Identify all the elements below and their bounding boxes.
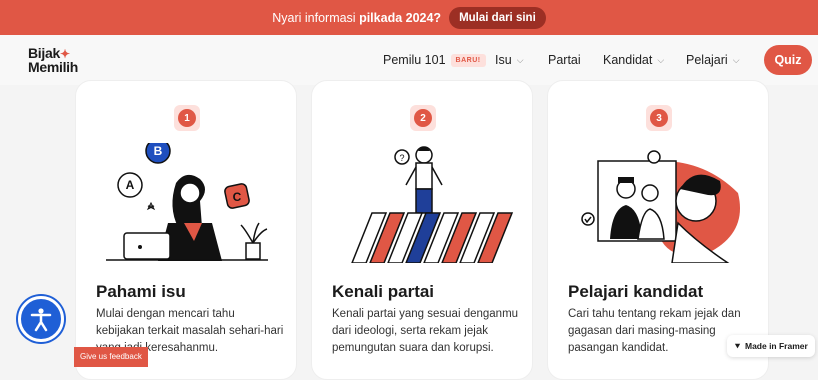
nav-item-kandidat[interactable]: Kandidat ⌵ xyxy=(603,53,664,67)
chevron-down-icon: ⌵ xyxy=(516,54,524,65)
announcement-banner: Nyari informasi pilkada 2024? Mulai dari… xyxy=(0,0,818,35)
card-description: Kenali partai yang sesuai denganmu dari … xyxy=(332,308,519,354)
party-illustration: ? xyxy=(351,146,514,263)
nav-item-pemilu-101[interactable]: Pemilu 101 BARU! xyxy=(383,53,486,67)
new-badge: BARU! xyxy=(450,53,486,67)
made-in-framer-badge[interactable]: ⯆ Made in Framer xyxy=(727,335,815,357)
card-title: Pelajari kandidat xyxy=(568,282,704,301)
banner-text: Nyari informasi pilkada 2024? xyxy=(272,10,442,25)
issue-illustration: B A C xyxy=(106,143,268,261)
navbar: Bijak✦ Memilih Pemilu 101 BARU! Isu ⌵ Part… xyxy=(0,35,818,85)
step-number: 2 xyxy=(410,105,436,131)
svg-text:C: C xyxy=(233,190,242,204)
card-title: Kenali partai xyxy=(332,282,435,301)
chevron-down-icon: ⌵ xyxy=(657,54,665,65)
chevron-down-icon: ⌵ xyxy=(732,54,740,65)
framer-icon: ⯆ xyxy=(734,340,741,351)
accessibility-button[interactable] xyxy=(18,296,64,342)
step-card-pahami-isu[interactable]: 1 B A C Pahami isu Mulai dengan mencari … xyxy=(75,80,297,380)
logo[interactable]: Bijak✦ Memilih xyxy=(28,46,78,74)
candidate-illustration xyxy=(581,150,740,263)
nav-item-isu[interactable]: Isu ⌵ xyxy=(495,53,524,67)
nav-item-partai[interactable]: Partai xyxy=(548,53,581,67)
step-card-kenali-partai[interactable]: 2 ? Kenali partai Kenali partai yang ses… xyxy=(311,80,533,380)
svg-text:B: B xyxy=(154,144,163,158)
svg-text:A: A xyxy=(126,178,135,192)
accessibility-icon xyxy=(30,308,52,332)
step-number: 3 xyxy=(646,105,672,131)
svg-text:?: ? xyxy=(399,153,404,163)
step-number: 1 xyxy=(174,105,200,131)
banner-cta-button[interactable]: Mulai dari sini xyxy=(449,6,546,29)
nav-item-pelajari[interactable]: Pelajari ⌵ xyxy=(686,53,740,67)
card-title: Pahami isu xyxy=(96,282,186,301)
feedback-button[interactable]: Give us feedback xyxy=(74,347,148,367)
quiz-button[interactable]: Quiz xyxy=(764,45,812,75)
